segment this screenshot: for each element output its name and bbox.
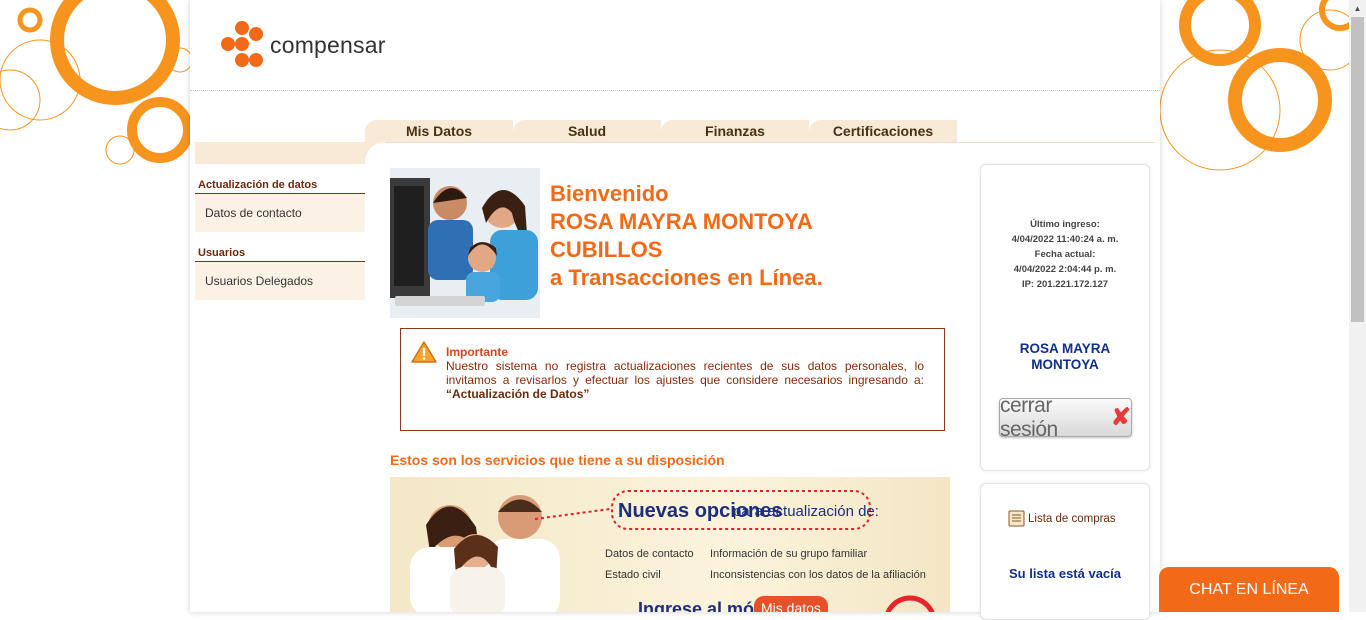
page-container: compensar Mis Datos Salud Finanzas Certi… bbox=[190, 0, 1160, 620]
user-name-line-1: ROSA MAYRA bbox=[1019, 341, 1111, 356]
services-title: Estos son los servicios que tiene a su d… bbox=[390, 452, 725, 468]
tab-strip-divider bbox=[365, 142, 1155, 143]
welcome-line-2: ROSA MAYRA MONTOYA bbox=[550, 209, 813, 234]
banner-option-4: Inconsistencias con los datos de la afil… bbox=[710, 569, 926, 581]
x-icon: ✘ bbox=[1110, 404, 1131, 431]
sidebar-heading-usuarios: Usuarios bbox=[195, 244, 365, 262]
shopping-list-panel: Lista de compras Su lista está vacía bbox=[980, 483, 1150, 620]
current-date-value: 4/04/2022 2:04:44 p. m. bbox=[1013, 264, 1117, 275]
user-name-line-2: MONTOYA bbox=[1031, 357, 1099, 372]
chat-online-button[interactable]: CHAT EN LÍNEA bbox=[1159, 567, 1339, 612]
decorative-rings-left bbox=[0, 0, 190, 165]
family-computer-photo bbox=[390, 168, 540, 318]
notice-body: Nuestro sistema no registra actualizacio… bbox=[446, 359, 924, 401]
banner-option-3: Estado civil bbox=[605, 569, 661, 581]
decorative-rings-right bbox=[1160, 0, 1350, 171]
shopping-list-empty: Su lista está vacía bbox=[1008, 566, 1121, 581]
welcome-line-3: CUBILLOS bbox=[550, 237, 663, 262]
content-corner bbox=[365, 142, 385, 164]
logo-dots-icon bbox=[221, 21, 263, 67]
nav-bar: Mis Datos Salud Finanzas Certificaciones bbox=[195, 120, 1160, 164]
session-panel: Último ingreso: 4/04/2022 11:40:24 a. m.… bbox=[980, 164, 1150, 471]
last-login-label: Último ingreso: bbox=[1030, 219, 1100, 230]
sidebar: Actualización de datos Datos de contacto… bbox=[195, 176, 365, 300]
tab-mis-datos[interactable]: Mis Datos bbox=[365, 120, 513, 142]
last-login-value: 4/04/2022 11:40:24 a. m. bbox=[1011, 234, 1119, 245]
current-date-label: Fecha actual: bbox=[1034, 249, 1096, 260]
scroll-thumb[interactable] bbox=[1351, 17, 1364, 322]
login-info: Último ingreso: 4/04/2022 11:40:24 a. m.… bbox=[981, 217, 1149, 292]
banner-option-2: Información de su grupo familiar bbox=[710, 548, 867, 560]
sidebar-top-band bbox=[195, 142, 365, 164]
welcome-message: Bienvenido ROSA MAYRA MONTOYA CUBILLOS a… bbox=[550, 180, 823, 292]
sidebar-item-datos-contacto[interactable]: Datos de contacto bbox=[195, 194, 365, 232]
clipboard-list-icon bbox=[1008, 510, 1025, 527]
banner-cta-button[interactable]: Mis datos bbox=[761, 600, 821, 612]
sidebar-heading-actualizacion: Actualización de datos bbox=[195, 176, 365, 194]
shopping-list-label: Lista de compras bbox=[1028, 512, 1116, 525]
sidebar-item-usuarios-delegados[interactable]: Usuarios Delegados bbox=[195, 262, 365, 300]
tab-finanzas[interactable]: Finanzas bbox=[661, 120, 809, 142]
banner-family-graphic: Nuevas opciones para actualización de: D… bbox=[410, 490, 935, 612]
important-notice: Importante Nuestro sistema no registra a… bbox=[400, 328, 945, 431]
logout-label: cerrar sesión bbox=[1000, 393, 1058, 441]
tab-salud[interactable]: Salud bbox=[513, 120, 661, 142]
compensar-logo[interactable]: compensar bbox=[218, 20, 386, 70]
header: compensar bbox=[190, 0, 1160, 91]
welcome-line-1: Bienvenido bbox=[550, 181, 669, 206]
shopping-list-link[interactable]: Lista de compras bbox=[1008, 510, 1116, 527]
warning-icon bbox=[411, 341, 437, 363]
scroll-up-arrow-icon[interactable]: ▲ bbox=[1349, 0, 1366, 17]
notice-title: Importante bbox=[446, 345, 509, 359]
banner-option-1: Datos de contacto bbox=[605, 548, 694, 560]
tab-certificaciones[interactable]: Certificaciones bbox=[809, 120, 957, 142]
notice-text: Nuestro sistema no registra actualizacio… bbox=[446, 359, 924, 387]
actualizacion-datos-link[interactable]: “Actualización de Datos” bbox=[446, 387, 589, 401]
banner-headline-rest: para actualización de: bbox=[733, 503, 879, 520]
main-tabs: Mis Datos Salud Finanzas Certificaciones bbox=[365, 120, 957, 142]
user-name: ROSA MAYRA MONTOYA bbox=[981, 341, 1149, 373]
logo-text: compensar bbox=[270, 31, 386, 58]
vertical-scrollbar[interactable]: ▲ bbox=[1349, 0, 1366, 612]
welcome-line-4: a Transacciones en Línea. bbox=[550, 265, 823, 290]
update-options-banner[interactable]: Nuevas opciones para actualización de: D… bbox=[390, 477, 950, 612]
ip-address: IP: 201.221.172.127 bbox=[1021, 279, 1109, 290]
logout-button[interactable]: cerrar sesión ✘ bbox=[999, 394, 1132, 441]
